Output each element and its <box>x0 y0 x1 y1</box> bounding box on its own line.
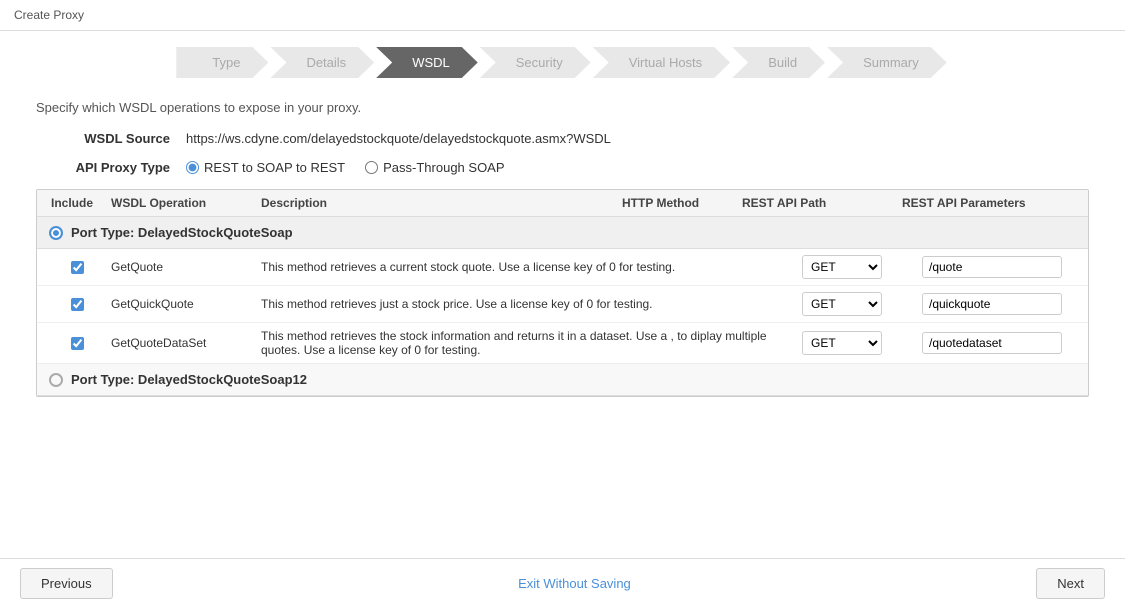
op-method-select[interactable]: GET POST PUT DELETE <box>802 292 882 316</box>
table-row: GetQuote This method retrieves a current… <box>37 249 1088 286</box>
table-header-row: Include WSDL Operation Description HTTP … <box>37 190 1088 217</box>
step-label-4: Virtual Hosts <box>593 47 730 78</box>
exit-link[interactable]: Exit Without Saving <box>518 576 631 591</box>
wsdl-source-label: WSDL Source <box>36 131 186 146</box>
port-group-2-radio[interactable] <box>49 373 63 387</box>
step-summary[interactable]: Summary <box>827 47 949 78</box>
step-label-0: Type <box>176 47 268 78</box>
step-build[interactable]: Build <box>732 47 827 78</box>
step-label-5: Build <box>732 47 825 78</box>
step-security[interactable]: Security <box>480 47 593 78</box>
table-row: GetQuoteDataSet This method retrieves th… <box>37 323 1088 364</box>
op-method-cell[interactable]: GET POST PUT DELETE <box>798 255 918 279</box>
op-method-cell[interactable]: GET POST PUT DELETE <box>798 292 918 316</box>
port-group-2-label: Port Type: DelayedStockQuoteSoap12 <box>71 372 307 387</box>
proxy-type-rest-label: REST to SOAP to REST <box>204 160 345 175</box>
op-path-cell[interactable] <box>918 256 1078 278</box>
top-bar: Create Proxy <box>0 0 1125 31</box>
col-method: HTTP Method <box>618 196 738 210</box>
stepper-inner: TypeDetailsWSDLSecurityVirtual HostsBuil… <box>176 47 948 78</box>
proxy-type-passthrough-radio[interactable] <box>365 161 378 174</box>
step-virtual-hosts[interactable]: Virtual Hosts <box>593 47 732 78</box>
app-title: Create Proxy <box>14 8 84 22</box>
port-group-2-header[interactable]: Port Type: DelayedStockQuoteSoap12 <box>37 364 1088 396</box>
port-group-1-label: Port Type: DelayedStockQuoteSoap <box>71 225 293 240</box>
step-label-3: Security <box>480 47 591 78</box>
op-desc-cell: This method retrieves a current stock qu… <box>257 260 798 274</box>
op-include-cell <box>47 298 107 311</box>
table-scroll-area[interactable]: Port Type: DelayedStockQuoteSoap GetQuot… <box>37 217 1088 396</box>
step-label-6: Summary <box>827 47 947 78</box>
previous-button[interactable]: Previous <box>20 568 113 599</box>
op-desc-cell: This method retrieves just a stock price… <box>257 297 798 311</box>
next-button[interactable]: Next <box>1036 568 1105 599</box>
wsdl-source-row: WSDL Source https://ws.cdyne.com/delayed… <box>36 131 1089 146</box>
step-wsdl[interactable]: WSDL <box>376 47 480 78</box>
op-include-checkbox[interactable] <box>71 261 84 274</box>
op-name-cell: GetQuote <box>107 260 257 274</box>
op-path-input[interactable] <box>922 293 1062 315</box>
port-group-1-header[interactable]: Port Type: DelayedStockQuoteSoap <box>37 217 1088 249</box>
op-include-cell <box>47 337 107 350</box>
col-path: REST API Path <box>738 196 898 210</box>
op-method-select[interactable]: GET POST PUT DELETE <box>802 255 882 279</box>
operations-table: Include WSDL Operation Description HTTP … <box>36 189 1089 397</box>
table-row: GetQuickQuote This method retrieves just… <box>37 286 1088 323</box>
proxy-type-rest[interactable]: REST to SOAP to REST <box>186 160 345 175</box>
proxy-type-passthrough-label: Pass-Through SOAP <box>383 160 504 175</box>
stepper: TypeDetailsWSDLSecurityVirtual HostsBuil… <box>0 31 1125 90</box>
proxy-type-options: REST to SOAP to REST Pass-Through SOAP <box>186 160 505 175</box>
op-include-cell <box>47 261 107 274</box>
op-path-cell[interactable] <box>918 332 1078 354</box>
step-label-2: WSDL <box>376 47 478 78</box>
op-include-checkbox[interactable] <box>71 337 84 350</box>
col-description: Description <box>257 196 618 210</box>
op-method-cell[interactable]: GET POST PUT DELETE <box>798 331 918 355</box>
step-type[interactable]: Type <box>176 47 270 78</box>
op-name-cell: GetQuickQuote <box>107 297 257 311</box>
proxy-type-label: API Proxy Type <box>36 160 186 175</box>
col-params: REST API Parameters <box>898 196 1078 210</box>
col-include: Include <box>47 196 107 210</box>
op-path-input[interactable] <box>922 256 1062 278</box>
col-operation: WSDL Operation <box>107 196 257 210</box>
op-desc-cell: This method retrieves the stock informat… <box>257 329 798 357</box>
op-path-cell[interactable] <box>918 293 1078 315</box>
op-include-checkbox[interactable] <box>71 298 84 311</box>
step-details[interactable]: Details <box>270 47 376 78</box>
op-path-input[interactable] <box>922 332 1062 354</box>
page-subtitle: Specify which WSDL operations to expose … <box>36 100 1089 115</box>
proxy-type-rest-radio[interactable] <box>186 161 199 174</box>
port-group-1-radio[interactable] <box>49 226 63 240</box>
main-content: Specify which WSDL operations to expose … <box>0 90 1125 407</box>
op-name-cell: GetQuoteDataSet <box>107 336 257 350</box>
proxy-type-passthrough[interactable]: Pass-Through SOAP <box>365 160 504 175</box>
step-label-1: Details <box>270 47 374 78</box>
proxy-type-row: API Proxy Type REST to SOAP to REST Pass… <box>36 160 1089 175</box>
op-method-select[interactable]: GET POST PUT DELETE <box>802 331 882 355</box>
footer: Previous Exit Without Saving Next <box>0 558 1125 608</box>
wsdl-source-value: https://ws.cdyne.com/delayedstockquote/d… <box>186 131 611 146</box>
